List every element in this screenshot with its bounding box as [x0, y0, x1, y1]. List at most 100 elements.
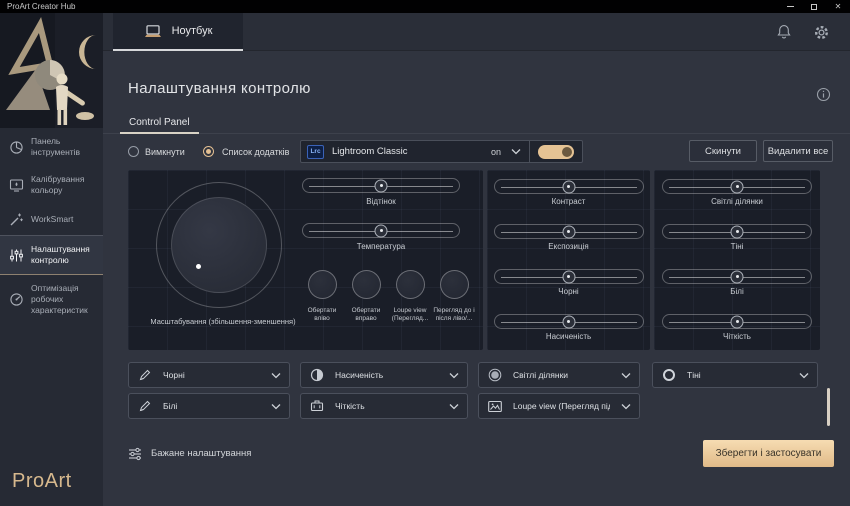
reset-button[interactable]: Скинути	[689, 140, 757, 162]
rotate-left-circle[interactable]	[308, 270, 337, 299]
slider-temperature[interactable]: Температура	[301, 223, 461, 251]
minimize-button[interactable]	[778, 0, 802, 13]
slider-pill	[302, 223, 460, 238]
chevron-down-icon	[621, 403, 631, 410]
loupe-view-label: Loupe view (Перегляд...	[387, 307, 433, 324]
app-select-dropdown[interactable]: Lrc Lightroom Classic on	[300, 140, 583, 163]
dropdown-clarity[interactable]: Чіткість	[300, 393, 468, 419]
preset-settings[interactable]: Бажане налаштування	[128, 440, 251, 467]
sidebar-item-label: Панель інструментів	[31, 136, 97, 158]
rotate-left-button[interactable]: Обертати вліво	[300, 270, 344, 324]
dropdown-whites[interactable]: Білі	[128, 393, 290, 419]
slider-knob[interactable]	[731, 225, 744, 238]
sidebar-item-color-calibration[interactable]: Калібрування кольору	[0, 166, 103, 204]
slider-blacks[interactable]: Чорні	[487, 260, 650, 305]
slider-hue[interactable]: Відтінок	[301, 178, 461, 206]
sidebar-item-label: Калібрування кольору	[31, 174, 97, 196]
app-enable-toggle[interactable]	[538, 145, 574, 159]
round-buttons-row: Обертати вліво Обертати вправо Loupe vie…	[300, 270, 478, 324]
main-area: Ноутбук Налаштування контролю Control Pa…	[103, 13, 850, 506]
tab-laptop[interactable]: Ноутбук	[113, 13, 243, 51]
app-state: on	[491, 147, 501, 157]
slider-whites[interactable]: Білі	[654, 260, 820, 305]
dropdown-whites-label: Білі	[163, 401, 260, 411]
slider-knob[interactable]	[562, 315, 575, 328]
close-button[interactable]: ✕	[826, 0, 850, 13]
dropdown-saturation-label: Насиченість	[335, 370, 438, 380]
slider-contrast[interactable]: Контраст	[487, 170, 650, 215]
slider-shadows-label: Тіні	[731, 242, 744, 251]
sidebar-item-label: Налаштування контролю	[31, 244, 97, 266]
radio-disable[interactable]	[128, 146, 139, 157]
chevron-down-icon	[511, 148, 521, 155]
sidebar-item-dashboard[interactable]: Панель інструментів	[0, 128, 103, 166]
loupe-view-circle[interactable]	[396, 270, 425, 299]
rotate-left-label: Обертати вліво	[299, 307, 345, 324]
saturation-icon	[310, 368, 324, 382]
device-topbar: Ноутбук	[103, 13, 850, 51]
slider-knob[interactable]	[731, 315, 744, 328]
dropdown-highlights[interactable]: Світлі ділянки	[478, 362, 640, 388]
save-and-apply-button[interactable]: Зберегти і застосувати	[703, 440, 834, 467]
vertical-scrollbar[interactable]	[827, 388, 830, 426]
slider-knob[interactable]	[562, 180, 575, 193]
slider-knob[interactable]	[562, 270, 575, 283]
tab-control-panel[interactable]: Control Panel	[120, 113, 199, 134]
slider-clarity-label: Чіткість	[723, 332, 751, 341]
radio-app-list-label: Список додатків	[222, 140, 289, 164]
info-icon[interactable]	[816, 87, 831, 102]
sidebar-item-worksmart[interactable]: WorkSmart	[0, 204, 103, 235]
chevron-down-icon	[271, 403, 281, 410]
notifications-bell-icon[interactable]	[776, 24, 792, 40]
save-and-apply-label: Зберегти і застосувати	[716, 448, 822, 459]
slider-temperature-label: Температура	[357, 242, 405, 251]
slider-highlights[interactable]: Світлі ділянки	[654, 170, 820, 215]
color-calibration-icon	[9, 178, 24, 193]
sidebar-item-label: WorkSmart	[31, 214, 73, 225]
slider-pill	[302, 178, 460, 193]
before-after-circle[interactable]	[440, 270, 469, 299]
slider-shadows[interactable]: Тіні	[654, 215, 820, 260]
sidebar-item-control-settings[interactable]: Налаштування контролю	[0, 235, 103, 275]
minimize-icon	[787, 6, 794, 7]
proart-artwork	[0, 13, 103, 128]
dropdown-blacks[interactable]: Чорні	[128, 362, 290, 388]
dial-indicator-dot	[196, 264, 201, 269]
laptop-icon	[144, 25, 162, 38]
dropdown-shadows[interactable]: Тіні	[652, 362, 818, 388]
settings-gear-icon[interactable]	[813, 24, 830, 41]
dropdown-loupe-view[interactable]: Loupe view (Перегляд під лупою)	[478, 393, 640, 419]
sidebar-item-performance[interactable]: Оптимізація робочих характеристик	[0, 275, 103, 324]
slider-exposure[interactable]: Експозиція	[487, 215, 650, 260]
tab-control-panel-label: Control Panel	[129, 117, 190, 128]
slider-knob[interactable]	[375, 224, 388, 237]
dropdown-shadows-label: Тіні	[687, 370, 788, 380]
slider-knob[interactable]	[562, 225, 575, 238]
rotate-right-button[interactable]: Обертати вправо	[344, 270, 388, 324]
delete-all-button-label: Видалити все	[768, 146, 829, 157]
chevron-down-icon	[271, 372, 281, 379]
slider-knob[interactable]	[731, 180, 744, 193]
app-name: Lightroom Classic	[332, 146, 491, 157]
slider-clarity[interactable]: Чіткість	[654, 305, 820, 350]
titlebar: ProArt Creator Hub ✕	[0, 0, 850, 13]
tab-laptop-label: Ноутбук	[172, 25, 213, 37]
delete-all-button[interactable]: Видалити все	[763, 140, 833, 162]
app-control-row: Вимкнути Список додатків Lrc Lightroom C…	[103, 140, 850, 164]
radio-app-list[interactable]	[203, 146, 214, 157]
loupe-view-button[interactable]: Loupe view (Перегляд...	[388, 270, 432, 324]
slider-knob[interactable]	[731, 270, 744, 283]
zoom-dial[interactable]	[156, 182, 282, 308]
image-icon	[488, 400, 502, 413]
before-after-view-button[interactable]: Перегляд до і після ліво/...	[432, 270, 476, 324]
chevron-down-icon	[799, 372, 809, 379]
dropdown-saturation[interactable]: Насиченість	[300, 362, 468, 388]
slider-saturation[interactable]: Насиченість	[487, 305, 650, 350]
rotate-right-circle[interactable]	[352, 270, 381, 299]
preset-filter-icon	[128, 447, 142, 461]
slider-knob[interactable]	[375, 179, 388, 192]
shadows-icon	[662, 368, 676, 382]
slider-highlights-label: Світлі ділянки	[711, 197, 763, 206]
maximize-button[interactable]	[802, 0, 826, 13]
proart-logo: ProArt	[12, 470, 72, 493]
